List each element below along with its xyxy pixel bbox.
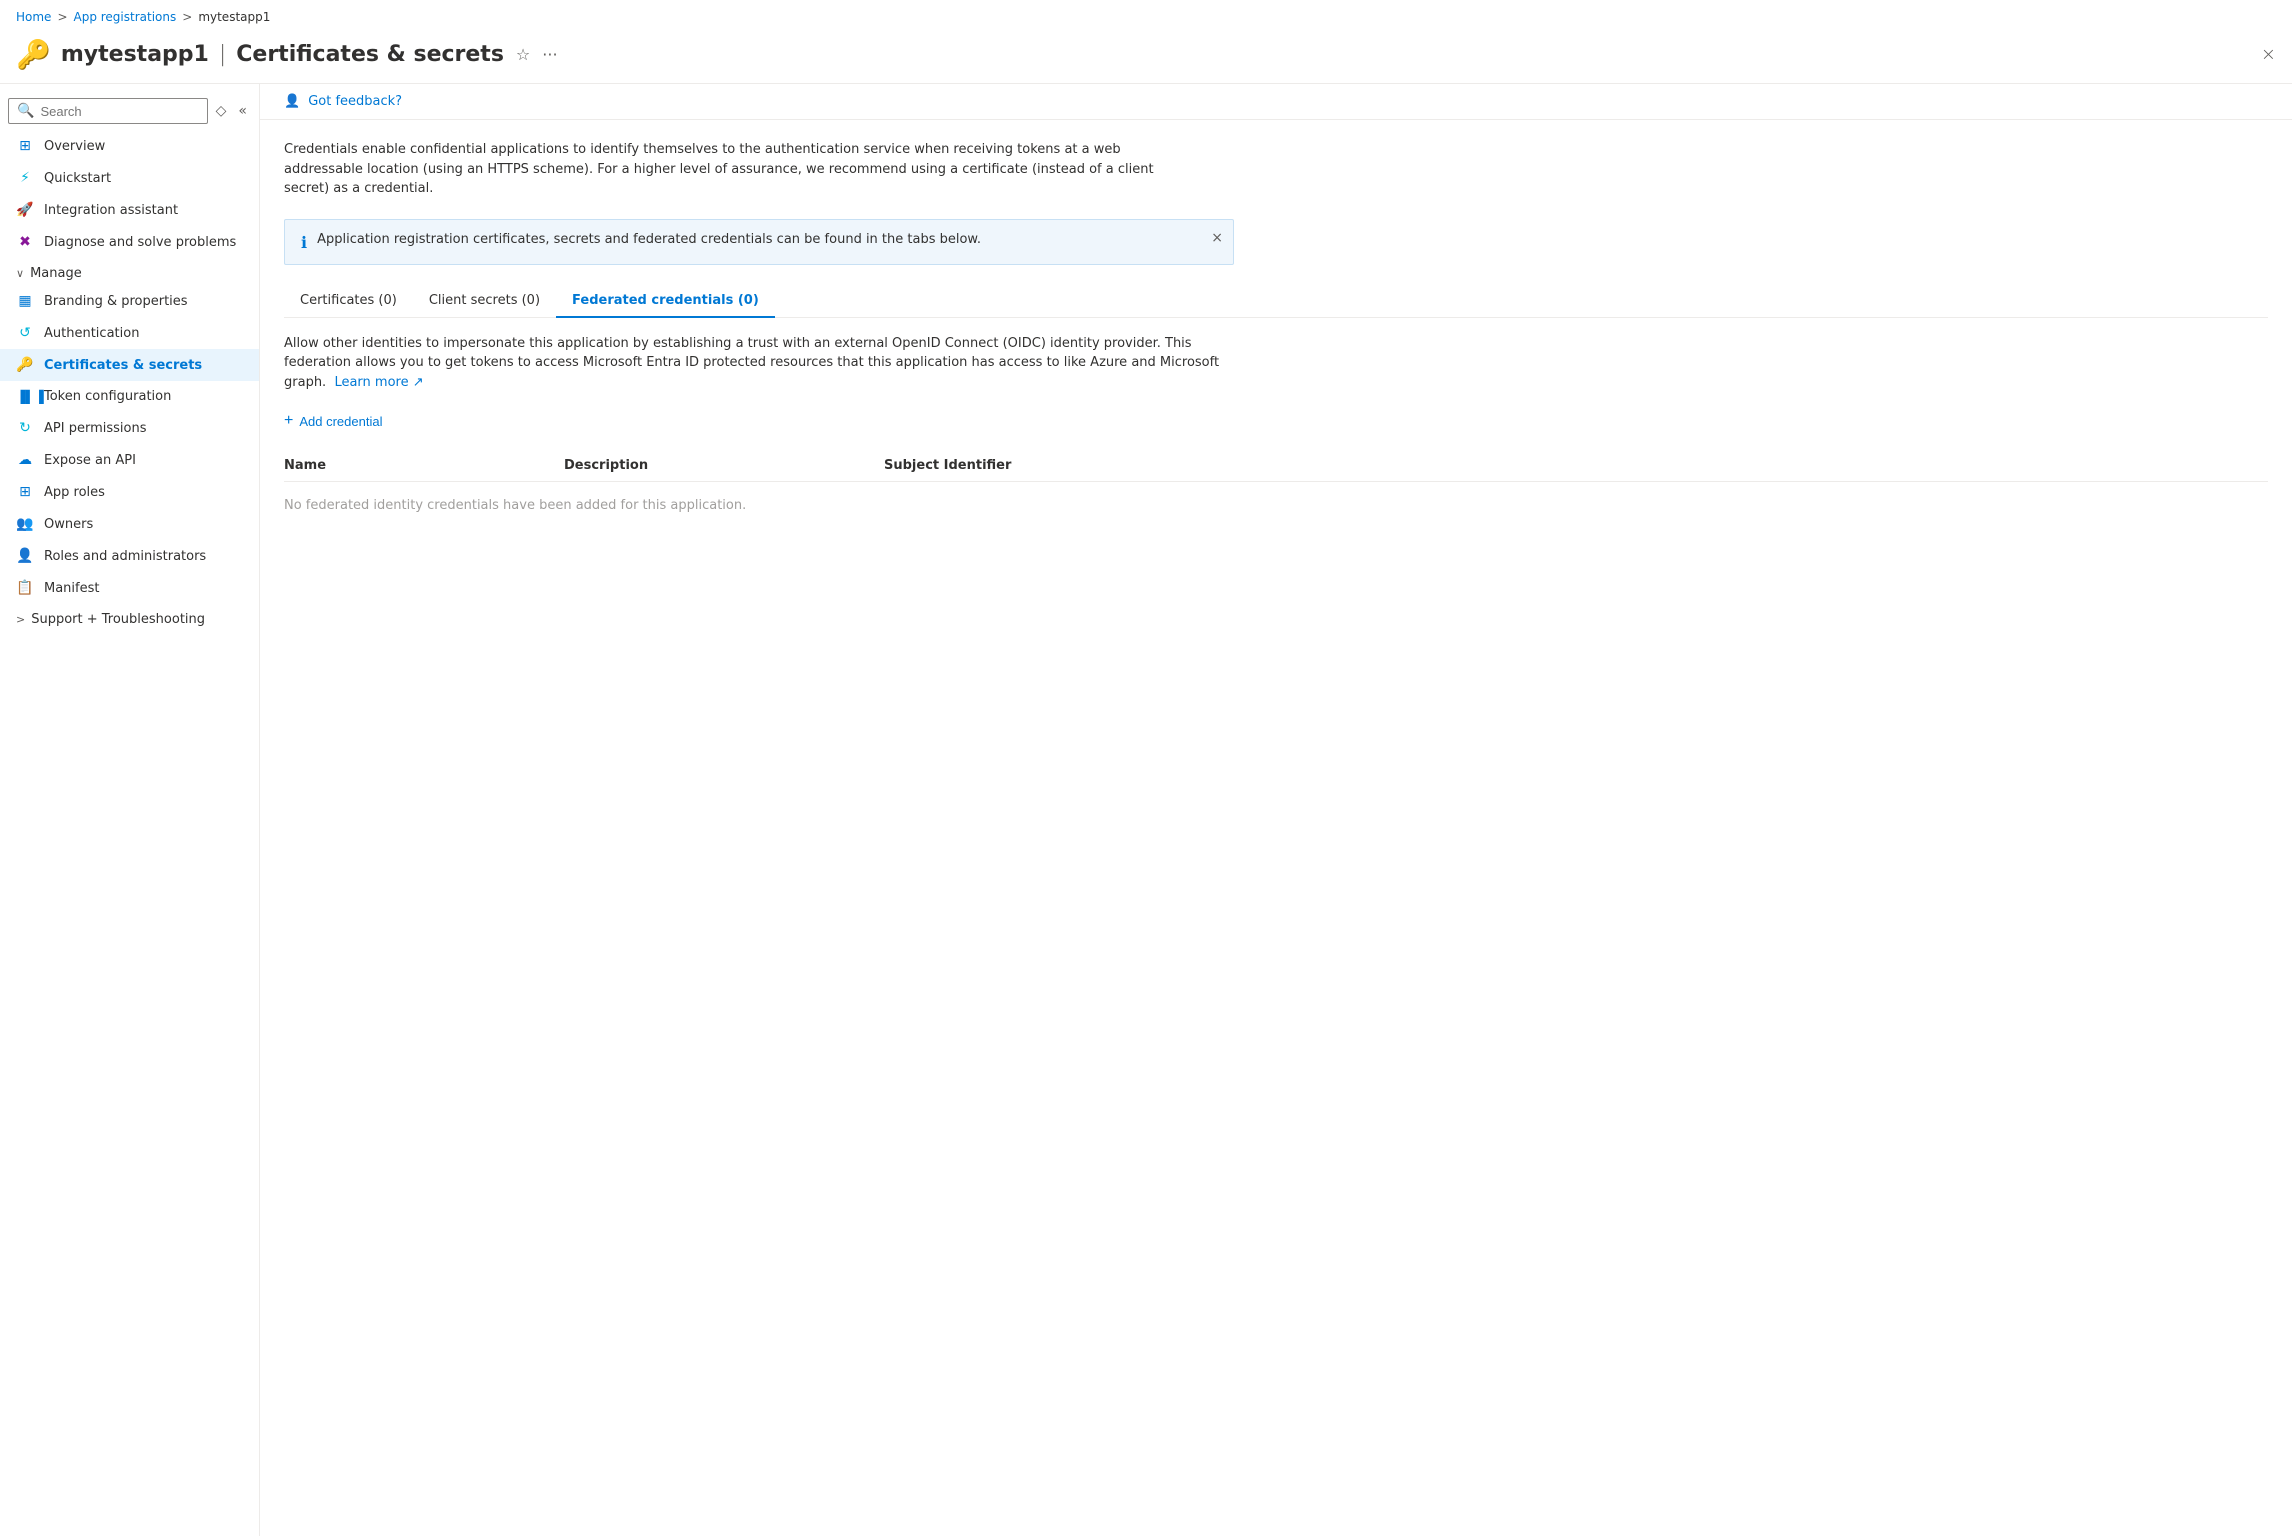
sidebar-manage-section[interactable]: ∨ Manage — [0, 258, 259, 285]
empty-state-message: No federated identity credentials have b… — [284, 482, 2268, 529]
api-permissions-icon: ↻ — [16, 420, 34, 436]
learn-more-link[interactable]: Learn more ↗ — [334, 375, 423, 390]
sidebar-label-quickstart: Quickstart — [44, 171, 111, 186]
sidebar-item-overview[interactable]: ⊞ Overview — [0, 130, 259, 162]
add-plus-icon: + — [284, 412, 293, 430]
col-description: Description — [564, 458, 884, 473]
sidebar-label-authentication: Authentication — [44, 326, 139, 341]
search-input[interactable] — [40, 104, 198, 119]
feedback-text: Got feedback? — [308, 94, 402, 109]
app-title: mytestapp1 — [61, 42, 209, 67]
title-row: 🔑 mytestapp1 | Certificates & secrets ☆ … — [0, 34, 2292, 84]
sidebar-support-section[interactable]: > Support + Troubleshooting — [0, 604, 259, 631]
authentication-icon: ↺ — [16, 325, 34, 341]
tab-client-secrets[interactable]: Client secrets (0) — [413, 285, 556, 318]
content-body: Credentials enable confidential applicat… — [260, 120, 2292, 549]
credential-tabs: Certificates (0) Client secrets (0) Fede… — [284, 285, 2268, 318]
overview-icon: ⊞ — [16, 138, 34, 154]
filter-icon[interactable]: ◇ — [212, 99, 231, 123]
close-button[interactable]: × — [2261, 44, 2276, 65]
sidebar-item-branding[interactable]: ▦ Branding & properties — [0, 285, 259, 317]
sidebar-search-area: 🔍 ◇ « — [0, 92, 259, 130]
branding-icon: ▦ — [16, 293, 34, 309]
expose-api-icon: ☁ — [16, 452, 34, 468]
info-icon: ℹ — [301, 233, 307, 252]
sidebar-label-manifest: Manifest — [44, 581, 99, 596]
banner-close-button[interactable]: × — [1211, 230, 1223, 246]
sidebar-label-expose-api: Expose an API — [44, 453, 136, 468]
info-banner: ℹ Application registration certificates,… — [284, 219, 1234, 265]
main-layout: 🔍 ◇ « ⊞ Overview ⚡ Quickstart 🚀 Integrat… — [0, 84, 2292, 1536]
sidebar-item-integration[interactable]: 🚀 Integration assistant — [0, 194, 259, 226]
tab-federated-credentials[interactable]: Federated credentials (0) — [556, 285, 775, 318]
manifest-icon: 📋 — [16, 580, 34, 596]
quickstart-icon: ⚡ — [16, 170, 34, 186]
app-roles-icon: ⊞ — [16, 484, 34, 500]
sidebar-item-expose-api[interactable]: ☁ Expose an API — [0, 444, 259, 476]
sidebar-label-app-roles: App roles — [44, 485, 105, 500]
sidebar-label-api-permissions: API permissions — [44, 421, 146, 436]
support-chevron: > — [16, 613, 25, 626]
sidebar-item-diagnose[interactable]: ✖ Diagnose and solve problems — [0, 226, 259, 258]
federated-description: Allow other identities to impersonate th… — [284, 334, 1234, 393]
add-credential-label: Add credential — [299, 414, 382, 429]
sidebar: 🔍 ◇ « ⊞ Overview ⚡ Quickstart 🚀 Integrat… — [0, 84, 260, 1536]
sidebar-label-integration: Integration assistant — [44, 203, 178, 218]
sidebar-label-owners: Owners — [44, 517, 93, 532]
sidebar-label-overview: Overview — [44, 139, 105, 154]
banner-text: Application registration certificates, s… — [317, 232, 981, 247]
feedback-icon: 👤 — [284, 94, 300, 109]
more-options-icon[interactable]: ··· — [542, 45, 557, 64]
diagnose-icon: ✖ — [16, 234, 34, 250]
sidebar-item-owners[interactable]: 👥 Owners — [0, 508, 259, 540]
sidebar-label-diagnose: Diagnose and solve problems — [44, 235, 236, 250]
col-subject-id: Subject Identifier — [884, 458, 2268, 473]
sidebar-label-certificates: Certificates & secrets — [44, 358, 202, 373]
breadcrumb-home[interactable]: Home — [16, 10, 51, 24]
sidebar-item-manifest[interactable]: 📋 Manifest — [0, 572, 259, 604]
sidebar-item-quickstart[interactable]: ⚡ Quickstart — [0, 162, 259, 194]
col-name: Name — [284, 458, 564, 473]
breadcrumb-app-registrations[interactable]: App registrations — [74, 10, 177, 24]
sidebar-label-branding: Branding & properties — [44, 294, 188, 309]
search-icon: 🔍 — [17, 103, 34, 119]
content-area: 👤 Got feedback? Credentials enable confi… — [260, 84, 2292, 1536]
tab-certificates[interactable]: Certificates (0) — [284, 285, 413, 318]
collapse-icon[interactable]: « — [234, 99, 251, 123]
manage-label: Manage — [30, 266, 82, 281]
pin-icon[interactable]: ☆ — [516, 45, 530, 64]
support-label: Support + Troubleshooting — [31, 612, 205, 627]
add-credential-button[interactable]: + Add credential — [284, 408, 382, 434]
roles-admin-icon: 👤 — [16, 548, 34, 564]
sidebar-item-authentication[interactable]: ↺ Authentication — [0, 317, 259, 349]
owners-icon: 👥 — [16, 516, 34, 532]
credential-table-header: Name Description Subject Identifier — [284, 450, 2268, 482]
certificates-icon: 🔑 — [16, 357, 34, 373]
sidebar-label-token: Token configuration — [44, 389, 171, 404]
sidebar-item-roles-admin[interactable]: 👤 Roles and administrators — [0, 540, 259, 572]
sidebar-label-roles-admin: Roles and administrators — [44, 549, 206, 564]
sidebar-item-certificates[interactable]: 🔑 Certificates & secrets — [0, 349, 259, 381]
page-title: Certificates & secrets — [236, 42, 504, 67]
manage-chevron: ∨ — [16, 267, 24, 280]
sidebar-search-wrap: 🔍 — [8, 98, 208, 124]
breadcrumb-current: mytestapp1 — [198, 10, 270, 24]
title-key-icon: 🔑 — [16, 38, 51, 71]
token-icon: ▐▌▐ — [16, 390, 34, 404]
breadcrumb: Home > App registrations > mytestapp1 — [0, 0, 2292, 34]
sidebar-item-api-permissions[interactable]: ↻ API permissions — [0, 412, 259, 444]
sidebar-item-app-roles[interactable]: ⊞ App roles — [0, 476, 259, 508]
title-actions: ☆ ··· — [516, 45, 558, 64]
feedback-bar[interactable]: 👤 Got feedback? — [260, 84, 2292, 120]
page-description: Credentials enable confidential applicat… — [284, 140, 1184, 199]
sidebar-item-token[interactable]: ▐▌▐ Token configuration — [0, 381, 259, 412]
integration-icon: 🚀 — [16, 202, 34, 218]
